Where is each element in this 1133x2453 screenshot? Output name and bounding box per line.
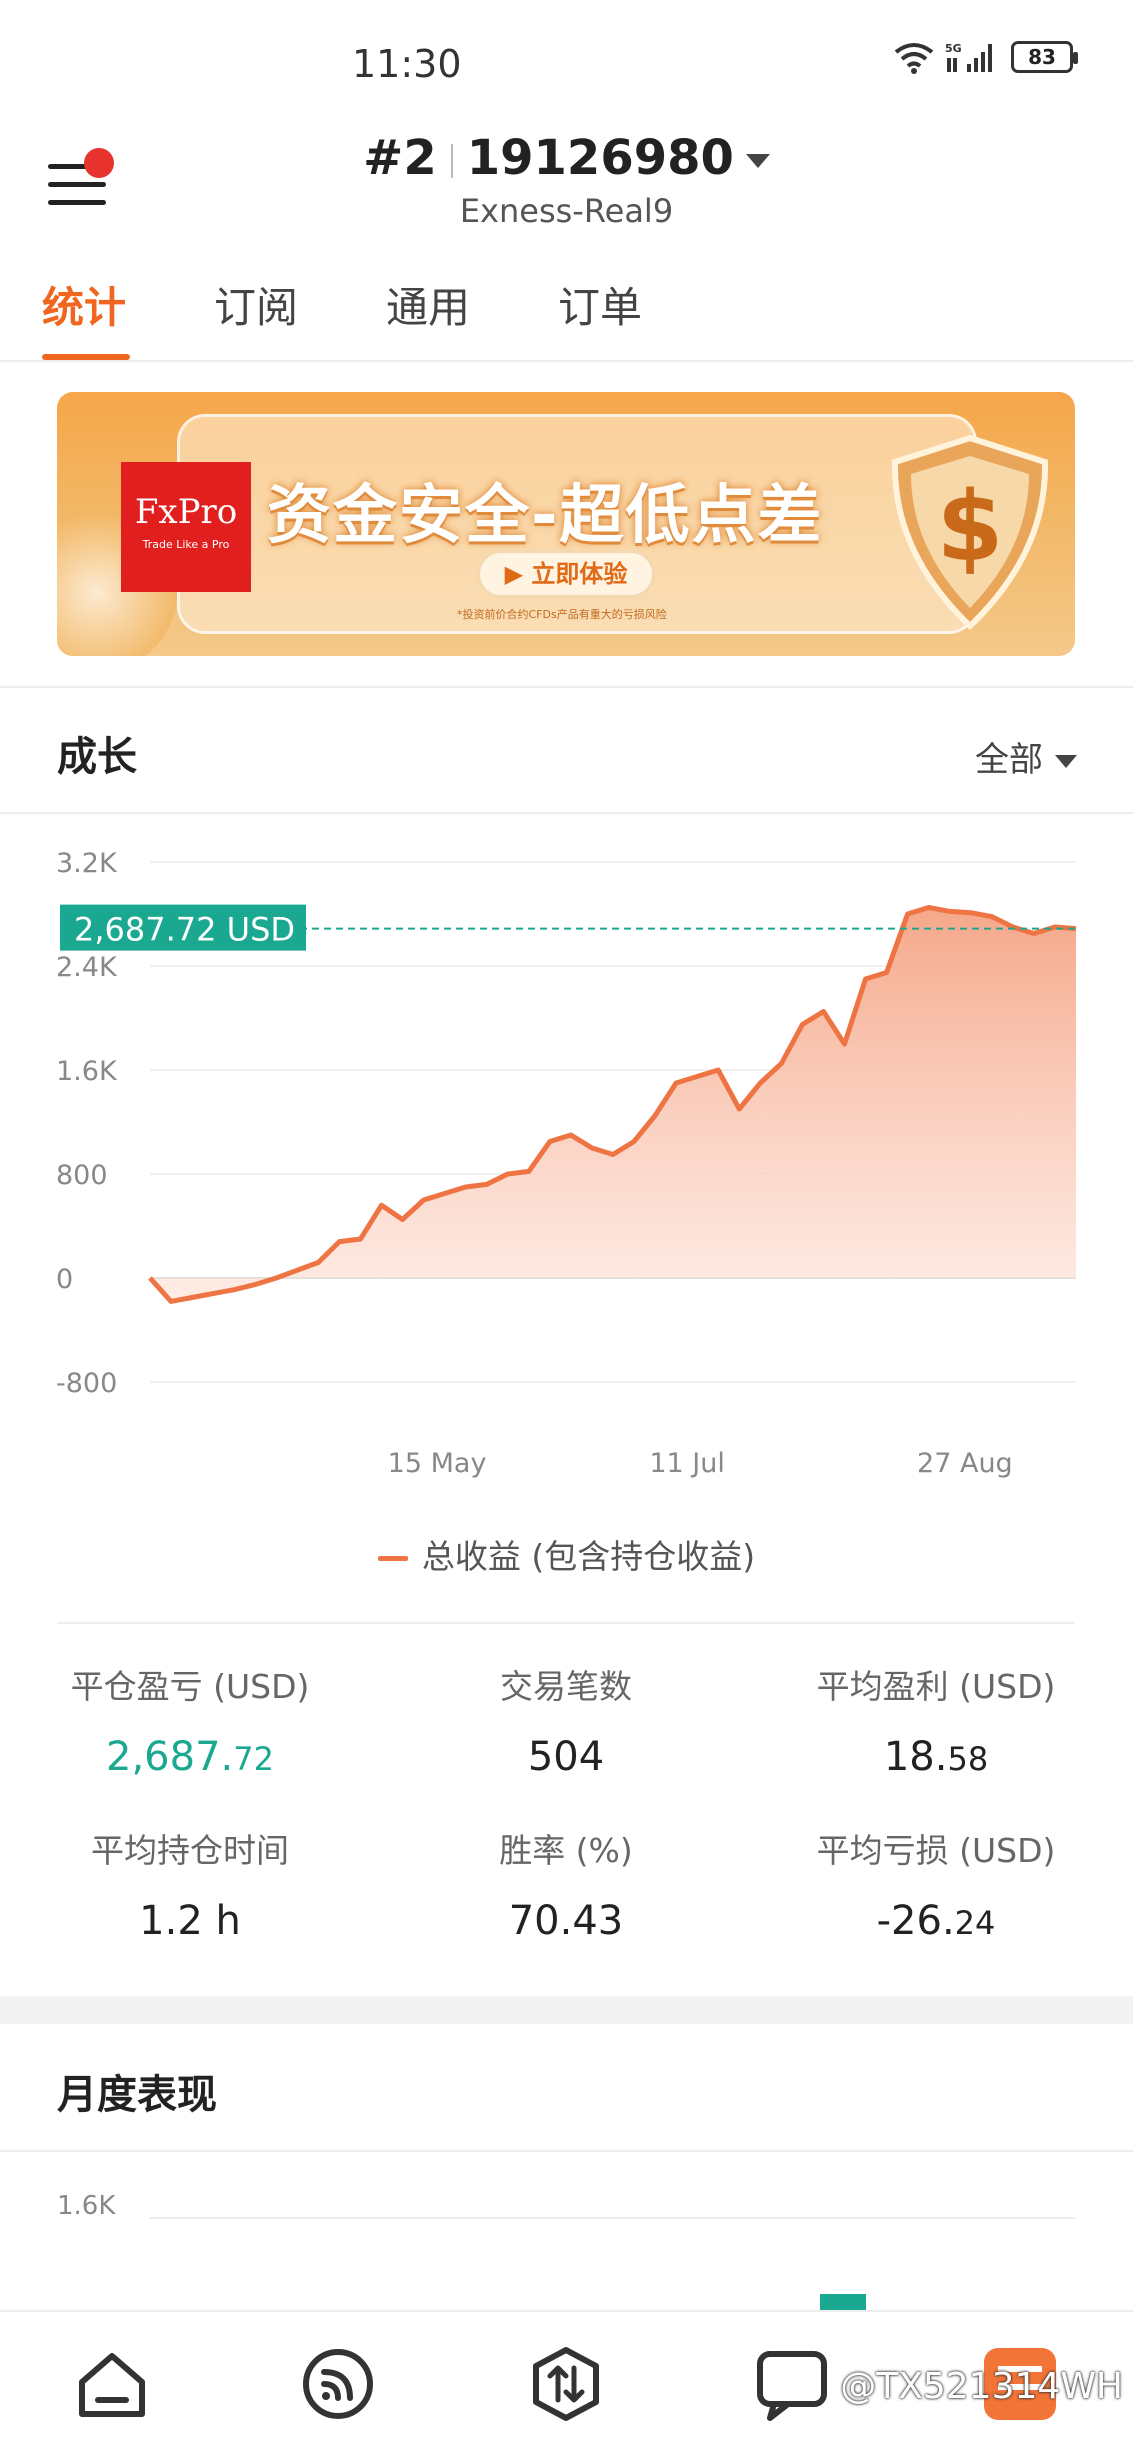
bottom-nav: @TX521314WH xyxy=(0,2310,1133,2453)
chevron-down-icon xyxy=(1055,755,1077,768)
x-tick-label: 15 May xyxy=(388,1448,487,1479)
account-id: 19126980 xyxy=(466,130,734,186)
banner-cta-button[interactable]: ▶ 立即体验 xyxy=(477,550,655,598)
stat-trade-count: 交易笔数 504 xyxy=(500,1667,632,1780)
battery-icon: 83 xyxy=(1011,41,1078,73)
chat-icon[interactable] xyxy=(752,2344,832,2424)
growth-title: 成长 xyxy=(57,734,137,780)
status-icons: 5G 83 xyxy=(893,40,1078,74)
svg-text:5G: 5G xyxy=(945,42,962,55)
account-number: #2 xyxy=(363,130,437,186)
tab-stats[interactable]: 统计 xyxy=(42,274,126,335)
tab-active-indicator xyxy=(42,354,130,360)
chart-legend: 总收益 (包含持仓收益) xyxy=(0,1530,1133,1578)
section-divider xyxy=(0,812,1133,814)
watermark: @TX521314WH xyxy=(840,2366,1123,2407)
stat-win-rate: 胜率 (%) 70.43 xyxy=(499,1831,633,1944)
trade-icon[interactable] xyxy=(526,2344,606,2424)
y-tick-label: 3.2K xyxy=(56,848,118,879)
legend-swatch xyxy=(377,1556,408,1561)
y-tick-label: 2.4K xyxy=(56,952,118,983)
monthly-y-tick: 1.6K xyxy=(57,2191,116,2221)
y-tick-label: -800 xyxy=(56,1368,117,1399)
signal-icon: 5G xyxy=(945,42,992,72)
y-tick-label: 1.6K xyxy=(56,1056,118,1087)
tab-subscribe[interactable]: 订阅 xyxy=(214,274,298,335)
fxpro-logo: FxPro Trade Like a Pro xyxy=(121,462,251,592)
battery-level: 83 xyxy=(1028,45,1056,69)
section-divider xyxy=(0,686,1133,688)
range-filter[interactable]: 全部 xyxy=(975,732,1077,781)
monthly-chart[interactable]: 1.6K xyxy=(0,2170,1133,2310)
shield-dollar-icon: $ xyxy=(891,434,1049,631)
wifi-icon xyxy=(894,43,934,74)
feed-icon[interactable] xyxy=(298,2344,378,2424)
stat-closed-pnl: 平仓盈亏 (USD) 2,687.72 xyxy=(70,1667,310,1780)
status-time: 11:30 xyxy=(352,42,462,86)
stat-avg-loss: 平均亏损 (USD) -26.24 xyxy=(816,1831,1056,1944)
monthly-title: 月度表现 xyxy=(57,2072,217,2118)
x-tick-label: 11 Jul xyxy=(649,1448,725,1479)
y-tick-label: 800 xyxy=(56,1160,108,1191)
tab-orders[interactable]: 订单 xyxy=(558,274,642,335)
y-tick-label: 0 xyxy=(56,1264,73,1295)
x-tick-label: 27 Aug xyxy=(917,1448,1013,1479)
section-separator xyxy=(0,1996,1133,2024)
home-icon[interactable] xyxy=(72,2344,152,2424)
current-value-label: 2,687.72 USD xyxy=(74,911,295,949)
section-divider xyxy=(57,1622,1075,1624)
promo-banner[interactable]: FxPro Trade Like a Pro 资金安全-超低点差 ▶ 立即体验 … xyxy=(57,392,1075,656)
legend-label: 总收益 (包含持仓收益) xyxy=(421,1537,756,1576)
account-selector[interactable]: #2 19126980 xyxy=(0,130,1133,186)
banner-disclaimer: *投资前价合约CFDs产品有重大的亏损风险 xyxy=(457,608,667,621)
monthly-bar xyxy=(820,2294,866,2310)
account-server: Exness-Real9 xyxy=(459,192,674,230)
chevron-down-icon xyxy=(745,154,770,168)
banner-headline: 资金安全-超低点差 xyxy=(267,479,824,553)
account-header: #2 19126980 Exness-Real9 xyxy=(0,120,1133,240)
status-bar: 11:30 5G 83 xyxy=(0,0,1133,120)
growth-chart[interactable]: 3.2K2.4K1.6K8000-800 15 May 11 Jul 27 Aug … xyxy=(0,830,1133,1490)
section-divider xyxy=(0,2150,1133,2152)
stat-avg-profit: 平均盈利 (USD) 18.58 xyxy=(816,1667,1056,1780)
tab-bar: 统计 订阅 通用 订单 xyxy=(0,270,1133,362)
svg-text:$: $ xyxy=(937,471,1004,583)
stat-avg-hold-time: 平均持仓时间 1.2 h xyxy=(91,1831,289,1944)
tab-general[interactable]: 通用 xyxy=(386,274,470,335)
